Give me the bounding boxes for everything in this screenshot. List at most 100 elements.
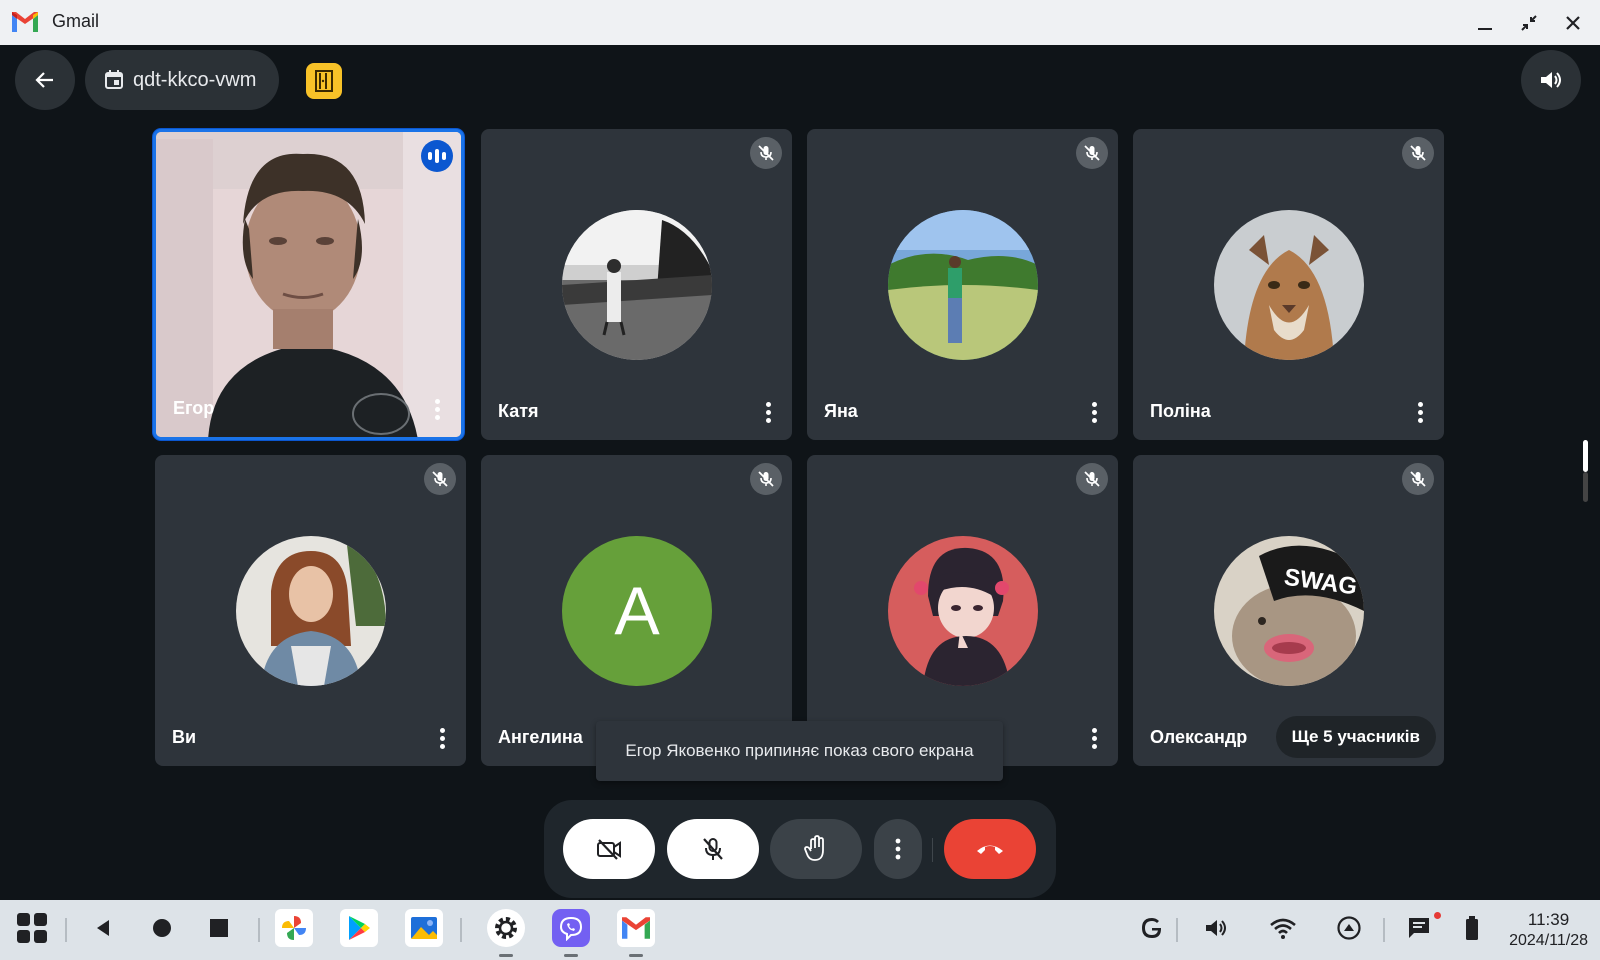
- participant-tile-polina[interactable]: Поліна: [1133, 129, 1444, 440]
- running-indicator: [629, 954, 643, 957]
- up-circle-icon: [1337, 916, 1361, 940]
- more-participants-button[interactable]: Ще 5 учасників: [1275, 716, 1436, 758]
- participant-tile-angelina[interactable]: A Ангелина: [481, 455, 792, 766]
- settings-app[interactable]: [487, 909, 525, 947]
- participant-avatar: SWAG: [1214, 536, 1364, 686]
- speaker-icon: [1206, 920, 1226, 936]
- scroll-track: [1583, 472, 1588, 502]
- more-options-icon[interactable]: [1084, 724, 1104, 752]
- wifi-tray-button[interactable]: [1264, 909, 1302, 947]
- close-icon: [1566, 16, 1580, 30]
- meeting-area: qdt-kkco-vwm Егор Катя Яна Поліна Ви A А…: [0, 45, 1600, 900]
- minimize-icon: [1478, 28, 1492, 30]
- mic-off-icon: [750, 137, 782, 169]
- gmail-logo-icon: [12, 12, 38, 32]
- gear-icon: [495, 917, 517, 939]
- meeting-code: qdt-kkco-vwm: [133, 68, 257, 91]
- close-button[interactable]: [1558, 8, 1588, 38]
- running-indicator: [499, 954, 513, 957]
- mic-off-icon: [1076, 463, 1108, 495]
- audio-output-button[interactable]: [1521, 50, 1581, 110]
- participant-avatar: [1214, 210, 1364, 360]
- clock-time: 11:39: [1527, 910, 1570, 929]
- participant-tile-katya[interactable]: Катя: [481, 129, 792, 440]
- camera-toggle-button[interactable]: [563, 819, 655, 879]
- google-photos-app[interactable]: [275, 909, 313, 947]
- participant-name: Олександр: [1150, 727, 1248, 747]
- speaking-indicator-icon: [421, 140, 453, 172]
- play-store-app[interactable]: [340, 909, 378, 947]
- google-assistant-button[interactable]: [1133, 909, 1171, 947]
- avatar-letter: A: [614, 573, 660, 649]
- notification-dot: [1434, 912, 1441, 919]
- more-options-icon[interactable]: [432, 724, 452, 752]
- controls-divider: [932, 838, 933, 862]
- battery-icon: [1466, 916, 1478, 940]
- nav-recents-button[interactable]: [200, 909, 238, 947]
- more-vert-icon: [895, 838, 901, 860]
- play-store-icon: [349, 916, 370, 940]
- raise-hand-button[interactable]: [770, 819, 862, 879]
- participant-name: Поліна: [1150, 401, 1211, 421]
- volume-tray-button[interactable]: [1198, 909, 1236, 947]
- mic-off-icon: [750, 463, 782, 495]
- participant-name: Егор: [173, 398, 215, 418]
- running-indicator: [564, 954, 578, 957]
- more-options-button[interactable]: [874, 819, 922, 879]
- door-icon: [315, 70, 333, 92]
- nav-back-button[interactable]: [84, 909, 122, 947]
- meeting-code-pill[interactable]: qdt-kkco-vwm: [85, 50, 279, 110]
- files-app[interactable]: [405, 909, 443, 947]
- scroll-indicator[interactable]: [1583, 440, 1588, 472]
- taskbar-divider: [1383, 918, 1385, 942]
- participant-video: [156, 132, 461, 437]
- gmail-icon: [622, 917, 650, 939]
- system-clock[interactable]: 11:39 2024/11/28: [1509, 910, 1588, 950]
- participant-avatar: [236, 536, 386, 686]
- system-taskbar: 11:39 2024/11/28: [0, 900, 1600, 960]
- mic-off-icon: [1076, 137, 1108, 169]
- window-titlebar: Gmail: [0, 0, 1600, 45]
- end-call-button[interactable]: [944, 819, 1036, 879]
- google-g-icon: [1142, 918, 1161, 938]
- participant-avatar: [888, 210, 1038, 360]
- more-options-icon[interactable]: [427, 395, 447, 423]
- minimize-button[interactable]: [1470, 8, 1500, 38]
- circle-home-icon: [153, 919, 171, 937]
- battery-tray-button[interactable]: [1453, 909, 1491, 947]
- calendar-icon: [105, 70, 123, 89]
- camera-off-icon: [597, 839, 621, 860]
- more-options-icon[interactable]: [758, 398, 778, 426]
- viber-phone-icon: [559, 916, 583, 941]
- cast-tray-button[interactable]: [1330, 909, 1368, 947]
- window-title: Gmail: [52, 11, 100, 31]
- letter-avatar: A: [562, 536, 712, 686]
- more-options-icon[interactable]: [1084, 398, 1104, 426]
- participant-tile-yana[interactable]: Яна: [807, 129, 1118, 440]
- screen-share-toast: Егор Яковенко припиняє показ свого екран…: [596, 721, 1003, 781]
- taskbar-divider: [258, 918, 260, 942]
- messages-tray-button[interactable]: [1400, 909, 1438, 947]
- raise-hand-icon: [804, 835, 824, 861]
- participant-name: Яна: [824, 401, 858, 421]
- microphone-toggle-button[interactable]: [667, 819, 759, 879]
- participant-name: Ви: [172, 727, 197, 747]
- volume-icon: [1541, 72, 1561, 88]
- gmail-app[interactable]: [617, 909, 655, 947]
- participant-tile-you[interactable]: Ви: [155, 455, 466, 766]
- participant-avatar: [562, 210, 712, 360]
- participant-tile-cartoon[interactable]: [807, 455, 1118, 766]
- participant-tile-oleksandr[interactable]: SWAG Олександр Ще 5 учасників: [1133, 455, 1444, 766]
- nav-home-button[interactable]: [143, 909, 181, 947]
- breakout-room-button[interactable]: [306, 63, 342, 99]
- viber-app[interactable]: [552, 909, 590, 947]
- taskbar-divider: [460, 918, 462, 942]
- mic-off-icon: [703, 838, 723, 860]
- square-recents-icon: [210, 919, 228, 937]
- restore-button[interactable]: [1514, 8, 1544, 38]
- participant-tile-egor[interactable]: Егор: [153, 129, 464, 440]
- participant-name: Ангелина: [498, 727, 583, 747]
- more-options-icon[interactable]: [1410, 398, 1430, 426]
- app-launcher-button[interactable]: [13, 909, 51, 947]
- back-button[interactable]: [15, 50, 75, 110]
